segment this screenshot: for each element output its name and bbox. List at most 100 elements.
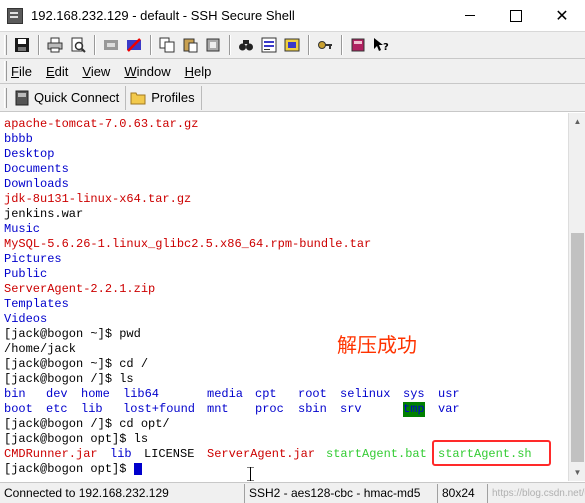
terminal-prompt-line: [jack@bogon opt]$	[4, 462, 142, 477]
annotation-text: 解压成功	[337, 333, 417, 357]
dir-entry: lib64	[123, 387, 160, 401]
quickbar-grip[interactable]	[4, 87, 7, 108]
menu-file-label: ile	[18, 63, 32, 79]
main-toolbar: ?	[0, 32, 585, 59]
terminal-line: Pictures	[4, 252, 62, 266]
terminal-line: Videos	[4, 312, 48, 326]
terminal-line: [jack@bogon /]$ cd opt/	[4, 417, 170, 431]
dir-entry: root	[298, 387, 327, 401]
copy-icon[interactable]	[156, 34, 178, 56]
terminal-area[interactable]: apache-tomcat-7.0.63.tar.gz bbbb Desktop…	[0, 113, 568, 481]
print-preview-icon[interactable]	[67, 34, 89, 56]
file-entry: LICENSE	[144, 447, 195, 461]
terminal-prompt: [jack@bogon opt]$	[4, 462, 134, 476]
terminal-line: /home/jack	[4, 342, 77, 356]
paste-special-icon[interactable]	[202, 34, 224, 56]
dir-entry: media	[207, 387, 244, 401]
dir-entry: proc	[255, 402, 284, 416]
disconnect-icon[interactable]	[123, 34, 145, 56]
title-bar: 192.168.232.129 - default - SSH Secure S…	[0, 0, 585, 32]
menu-help-mnemonic: H	[184, 63, 194, 79]
close-button[interactable]: ✕	[539, 0, 585, 32]
ls-root-row-2: boot etc lib lost+found mnt proc sbin sr…	[0, 402, 568, 417]
menu-window-label: indow	[136, 63, 171, 79]
context-help-icon[interactable]: ?	[370, 34, 392, 56]
help-book-icon[interactable]	[347, 34, 369, 56]
dir-entry: lib	[110, 447, 132, 461]
dir-entry: mnt	[207, 402, 229, 416]
menu-view-mnemonic: V	[82, 63, 91, 79]
menu-edit[interactable]: Edit	[46, 62, 68, 81]
toolbar-grip[interactable]	[4, 35, 7, 55]
terminal-line: ServerAgent-2.2.1.zip	[4, 282, 156, 296]
terminal-line: [jack@bogon ~]$ pwd	[4, 327, 141, 341]
connect-icon[interactable]	[100, 34, 122, 56]
terminal-line: Music	[4, 222, 41, 236]
menu-edit-label: dit	[54, 63, 69, 79]
text-cursor-icon	[247, 466, 254, 481]
terminal-line: apache-tomcat-7.0.63.tar.gz	[4, 117, 199, 131]
terminal-line: jdk-8u131-linux-x64.tar.gz	[4, 192, 192, 206]
key-icon[interactable]	[314, 34, 336, 56]
scrollbar-thumb[interactable]	[571, 233, 584, 462]
cipher-status: SSH2 - aes128-cbc - hmac-md5	[245, 483, 438, 503]
quick-connect-button[interactable]: Quick Connect	[11, 85, 127, 110]
terminal-size: 80x24	[438, 483, 488, 503]
svg-text:?: ?	[383, 42, 389, 53]
terminal-line: [jack@bogon /]$ ls	[4, 372, 134, 386]
terminal-cursor	[133, 462, 142, 475]
watermark-text: https://blog.csdn.net/u_34090797	[492, 487, 585, 499]
menu-view[interactable]: View	[82, 62, 110, 81]
terminal-line: Templates	[4, 297, 69, 311]
dir-entry: etc	[46, 402, 68, 416]
menu-file[interactable]: File	[11, 62, 32, 81]
highlight-box	[432, 440, 551, 466]
scroll-down-icon[interactable]: ▼	[569, 464, 585, 481]
profiles-icon[interactable]	[281, 34, 303, 56]
dir-entry: lost+found	[123, 402, 196, 416]
terminal-line: MySQL-5.6.26-1.linux_glibc2.5.x86_64.rpm…	[4, 237, 372, 251]
menu-window-mnemonic: W	[124, 63, 137, 79]
ssh-app-icon	[7, 7, 23, 24]
find-icon[interactable]	[235, 34, 257, 56]
terminal-line: [jack@bogon opt]$ ls	[4, 432, 149, 446]
dir-entry: srv	[340, 402, 362, 416]
menubar-grip[interactable]	[4, 61, 7, 81]
menu-edit-mnemonic: E	[45, 63, 55, 79]
folder-icon	[130, 91, 146, 105]
toolbar-separator	[341, 35, 343, 55]
scroll-up-icon[interactable]: ▲	[569, 113, 585, 130]
toolbar-separator	[308, 35, 310, 55]
dir-entry: usr	[438, 387, 460, 401]
terminal-line: [jack@bogon ~]$ cd /	[4, 357, 149, 371]
ls-root-row-1: bin dev home lib64 media cpt root selinu…	[0, 387, 568, 402]
print-icon[interactable]	[44, 34, 66, 56]
dir-entry: sys	[403, 387, 425, 401]
dir-entry: sbin	[298, 402, 327, 416]
save-icon[interactable]	[11, 34, 33, 56]
paste-icon[interactable]	[179, 34, 201, 56]
connection-status: Connected to 192.168.232.129	[0, 483, 245, 503]
terminal-line: Documents	[4, 162, 69, 176]
vertical-scrollbar[interactable]: ▲ ▼	[568, 113, 585, 481]
terminal-line: Desktop	[4, 147, 55, 161]
profiles-label: Profiles	[151, 90, 195, 105]
status-bar: Connected to 192.168.232.129 SSH2 - aes1…	[0, 482, 585, 503]
toolbar-separator	[38, 35, 40, 55]
quick-connect-label: Quick Connect	[34, 90, 120, 105]
menu-bar: File Edit View Window Help	[0, 59, 585, 84]
toolbar-separator	[229, 35, 231, 55]
maximize-button[interactable]	[493, 0, 539, 32]
dir-entry: boot	[4, 402, 33, 416]
profiles-button[interactable]: Profiles	[126, 85, 202, 110]
menu-window[interactable]: Window	[124, 62, 170, 81]
quick-connect-bar: Quick Connect Profiles	[0, 84, 585, 112]
terminal-line: bbbb	[4, 132, 33, 146]
terminal-line: jenkins.war	[4, 207, 84, 221]
minimize-button[interactable]	[447, 0, 493, 32]
toolbar-separator	[150, 35, 152, 55]
file-entry: startAgent.bat	[326, 447, 427, 461]
terminal-line: Downloads	[4, 177, 69, 191]
settings-icon[interactable]	[258, 34, 280, 56]
menu-help[interactable]: Help	[185, 62, 212, 81]
